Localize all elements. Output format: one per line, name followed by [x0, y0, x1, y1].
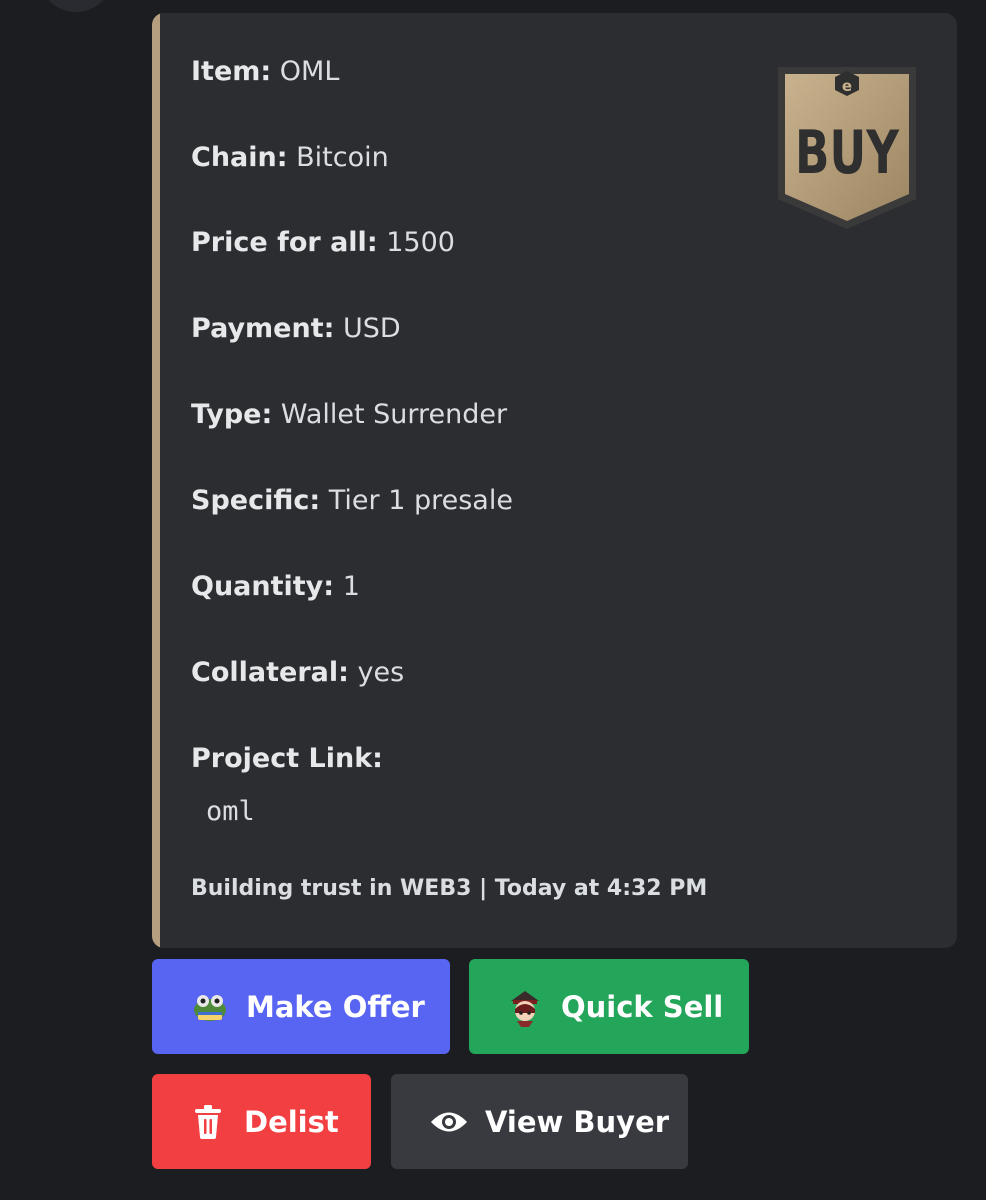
field-name: Type: [191, 399, 273, 430]
field-quantity: Quantity: 1 [191, 570, 360, 604]
field-name: Item: [191, 56, 272, 87]
buy-badge-icon[interactable]: e BUY [772, 63, 922, 233]
field-price: Price for all: 1500 [191, 226, 455, 260]
field-name: Project Link: [191, 743, 383, 774]
field-value: 1500 [386, 227, 455, 258]
field-value: OML [279, 56, 340, 87]
delist-label: Delist [244, 1104, 339, 1139]
quick-sell-button[interactable]: Quick Sell [469, 959, 749, 1054]
delist-button[interactable]: Delist [152, 1074, 371, 1169]
field-name: Chain: [191, 142, 288, 173]
field-name: Quantity: [191, 571, 335, 602]
field-value: Tier 1 presale [328, 485, 513, 516]
field-item: Item: OML [191, 55, 339, 89]
field-value: 1 [342, 571, 360, 602]
eye-icon [427, 1102, 471, 1142]
field-value: yes [357, 657, 405, 688]
field-name: Collateral: [191, 657, 349, 688]
field-name: Specific: [191, 485, 321, 516]
field-collateral: Collateral: yes [191, 656, 404, 690]
embed-footer: Building trust in WEB3 | Today at 4:32 P… [191, 876, 708, 901]
view-buyer-button[interactable]: View Buyer [391, 1074, 688, 1169]
field-project-link: Project Link: [191, 742, 383, 776]
field-payment: Payment: USD [191, 312, 401, 346]
field-name: Payment: [191, 313, 335, 344]
field-type: Type: Wallet Surrender [191, 398, 507, 432]
view-buyer-label: View Buyer [485, 1104, 670, 1139]
field-value: USD [343, 313, 401, 344]
project-link-code: oml [206, 796, 255, 827]
trash-icon [186, 1102, 230, 1142]
listing-embed: Item: OML Chain: Bitcoin Price for all: … [152, 13, 957, 948]
field-chain: Chain: Bitcoin [191, 141, 389, 175]
embed-accent-bar [152, 13, 160, 948]
badge-label: BUY [795, 118, 900, 188]
make-offer-label: Make Offer [246, 989, 425, 1024]
field-value: Wallet Surrender [280, 399, 508, 430]
field-name: Price for all: [191, 227, 378, 258]
avatar[interactable] [40, 0, 112, 12]
quick-sell-label: Quick Sell [561, 989, 724, 1024]
field-value: Bitcoin [296, 142, 389, 173]
make-offer-button[interactable]: Make Offer [152, 959, 450, 1054]
pirate-emoji-icon [503, 987, 547, 1027]
badge-logo-letter: e [842, 77, 852, 95]
frog-emoji-icon [188, 987, 232, 1027]
field-specific: Specific: Tier 1 presale [191, 484, 513, 518]
